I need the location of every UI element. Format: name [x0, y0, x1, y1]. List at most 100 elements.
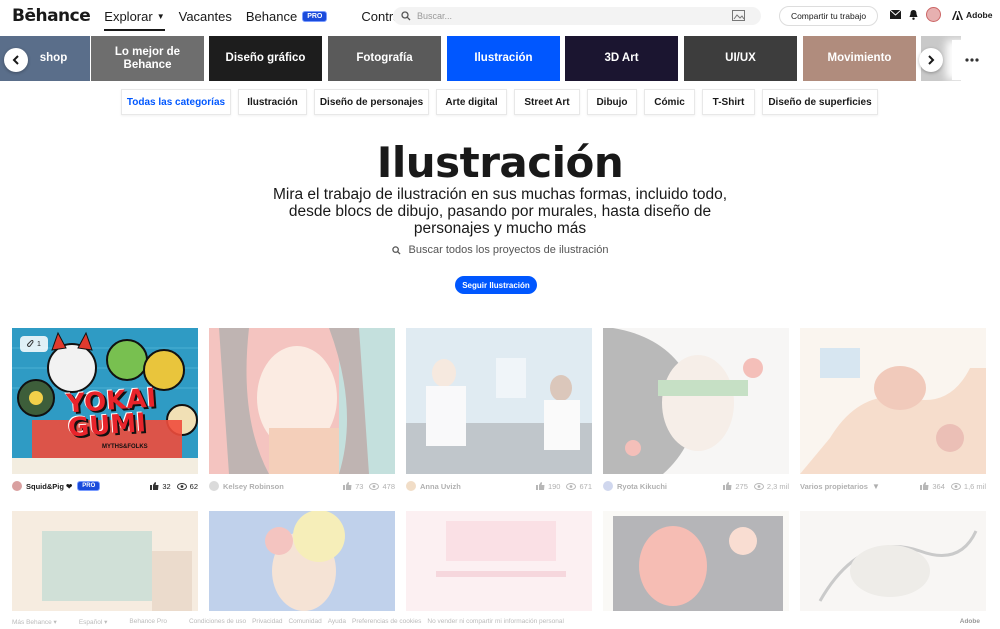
follow-illustration-button[interactable]: Seguir Ilustración	[455, 276, 537, 294]
project-card[interactable]	[406, 511, 592, 611]
nav-explore-label: Explorar	[104, 8, 153, 24]
pro-badge: PRO	[302, 10, 328, 22]
footer-language[interactable]: Español ▾	[79, 618, 108, 626]
footer-terms[interactable]: Condiciones de uso	[189, 618, 246, 625]
subcategory-surface-design[interactable]: Diseño de superficies	[762, 89, 878, 115]
category-tile-motion[interactable]: Movimiento	[803, 36, 916, 81]
project-owner[interactable]: Ryota Kikuchi	[603, 481, 717, 491]
eye-icon	[566, 482, 577, 490]
project-owner[interactable]: Squid&Pig ❤ PRO	[12, 481, 144, 491]
user-avatar[interactable]	[926, 7, 941, 22]
behance-logo[interactable]: Bēhance	[12, 6, 91, 26]
project-artwork-image	[800, 511, 986, 611]
nav-jobs[interactable]: Vacantes	[179, 0, 232, 32]
category-tile-label: Ilustración	[474, 52, 533, 65]
share-work-button[interactable]: Compartir tu trabajo	[779, 6, 878, 26]
chevron-down-icon: ▼	[871, 481, 880, 491]
project-thumbnail[interactable]	[800, 511, 986, 611]
project-artwork-image	[603, 511, 789, 611]
project-card[interactable]	[603, 511, 789, 611]
project-thumbnail[interactable]	[603, 328, 789, 474]
category-tile-label: Lo mejor de Behance	[114, 46, 181, 71]
carousel-next-button[interactable]	[919, 48, 943, 72]
category-tile-graphic-design[interactable]: Diseño gráfico	[209, 36, 322, 81]
category-tile-label: Movimiento	[827, 52, 892, 65]
category-tile-3d-art[interactable]: 3D Art	[565, 36, 678, 81]
category-tile-label: 3D Art	[604, 52, 639, 65]
views-count: 62	[189, 481, 198, 491]
eye-icon	[950, 482, 961, 490]
thumbs-up-icon	[343, 482, 352, 490]
project-meta: Kelsey Robinson 73 478	[209, 480, 395, 492]
footer-more-behance[interactable]: Más Behance ▾	[12, 618, 57, 626]
project-owner[interactable]: Kelsey Robinson	[209, 481, 337, 491]
category-tile-ui-ux[interactable]: UI/UX	[684, 36, 797, 81]
category-search-link[interactable]: Buscar todos los proyectos de ilustració…	[0, 244, 1000, 256]
owner-avatar	[406, 481, 416, 491]
carousel-prev-button[interactable]	[4, 48, 28, 72]
project-card[interactable]	[209, 511, 395, 611]
subcategory-comic[interactable]: Cómic	[644, 89, 695, 115]
subcategory-all[interactable]: Todas las categorías	[121, 89, 231, 115]
project-owner[interactable]: Varios propietarios ▼	[800, 482, 914, 491]
project-thumbnail[interactable]	[209, 511, 395, 611]
notifications-bell-icon[interactable]	[909, 10, 918, 20]
subcategory-tshirt[interactable]: T-Shirt	[702, 89, 755, 115]
project-owner[interactable]: Anna Uvizh	[406, 481, 530, 491]
category-tile-best-of-behance[interactable]: Lo mejor de Behance	[91, 36, 204, 81]
likes-stat: 190	[535, 482, 560, 491]
page-description: Mira el trabajo de ilustración en sus mu…	[272, 186, 728, 237]
project-artwork-image	[406, 511, 592, 611]
eye-icon	[369, 482, 380, 490]
project-thumbnail[interactable]	[603, 511, 789, 611]
more-categories-button[interactable]	[952, 40, 992, 80]
category-tile-label: UI/UX	[725, 52, 756, 65]
footer-do-not-sell[interactable]: No vender ni compartir mi información pe…	[427, 618, 564, 625]
chevron-left-icon	[12, 55, 19, 65]
subcategory-illustration[interactable]: Ilustración	[238, 89, 307, 115]
footer-community[interactable]: Comunidad	[288, 618, 321, 625]
project-card[interactable]	[800, 511, 986, 611]
subcategory-street-art[interactable]: Street Art	[514, 89, 580, 115]
category-tile-label: Diseño gráfico	[225, 52, 306, 65]
project-thumbnail[interactable]: YOKAI GUMI MYTHS&FOLKS 1	[12, 328, 198, 474]
project-artwork-subtitle: MYTHS&FOLKS	[102, 444, 148, 450]
project-thumbnail[interactable]	[209, 328, 395, 474]
footer-cookie-preferences[interactable]: Preferencias de cookies	[352, 618, 421, 625]
search-input[interactable]: Buscar...	[393, 7, 761, 25]
category-tile-illustration[interactable]: Ilustración	[447, 36, 560, 81]
nav-behance-pro[interactable]: Behance PRO	[246, 0, 328, 32]
chevron-right-icon	[928, 55, 935, 65]
views-stat: 62	[176, 481, 198, 491]
subcategory-digital-art[interactable]: Arte digital	[436, 89, 507, 115]
footer: Más Behance ▾ Español ▾ Behance Pro Cond…	[0, 614, 1000, 629]
likes-stat: 364	[920, 482, 945, 491]
image-search-icon[interactable]	[732, 10, 745, 21]
nav-behance-pro-label: Behance	[245, 8, 298, 24]
project-artwork-title: YOKAI GUMI	[65, 383, 158, 444]
footer-adobe[interactable]: Adobe	[960, 618, 980, 625]
footer-help[interactable]: Ayuda	[328, 618, 346, 625]
project-card[interactable]	[12, 511, 198, 611]
views-stat: 478	[369, 482, 395, 491]
adobe-logo-icon	[952, 10, 963, 20]
category-tile-label: Fotografía	[356, 52, 413, 65]
adobe-link[interactable]: Adobe	[952, 10, 992, 20]
project-thumbnail[interactable]	[406, 328, 592, 474]
project-thumbnail[interactable]	[12, 511, 198, 611]
nav-jobs-label: Vacantes	[178, 8, 232, 24]
likes-stat: 32	[150, 482, 171, 491]
views-stat: 2,3 mil	[753, 482, 789, 491]
project-thumbnail[interactable]	[800, 328, 986, 474]
subcategory-drawing[interactable]: Dibujo	[587, 89, 637, 115]
nav-explore[interactable]: Explorar ▼	[104, 0, 165, 32]
footer-behance-pro[interactable]: Behance Pro	[129, 618, 167, 625]
owner-name: Ryota Kikuchi	[617, 481, 668, 491]
project-thumbnail[interactable]	[406, 511, 592, 611]
subcategory-character-design[interactable]: Diseño de personajes	[314, 89, 429, 115]
footer-privacy[interactable]: Privacidad	[252, 618, 282, 625]
messages-icon[interactable]	[890, 10, 901, 19]
owner-name: Squid&Pig ❤	[26, 481, 73, 491]
category-tile-photography[interactable]: Fotografía	[328, 36, 441, 81]
likes-stat: 73	[343, 482, 363, 491]
